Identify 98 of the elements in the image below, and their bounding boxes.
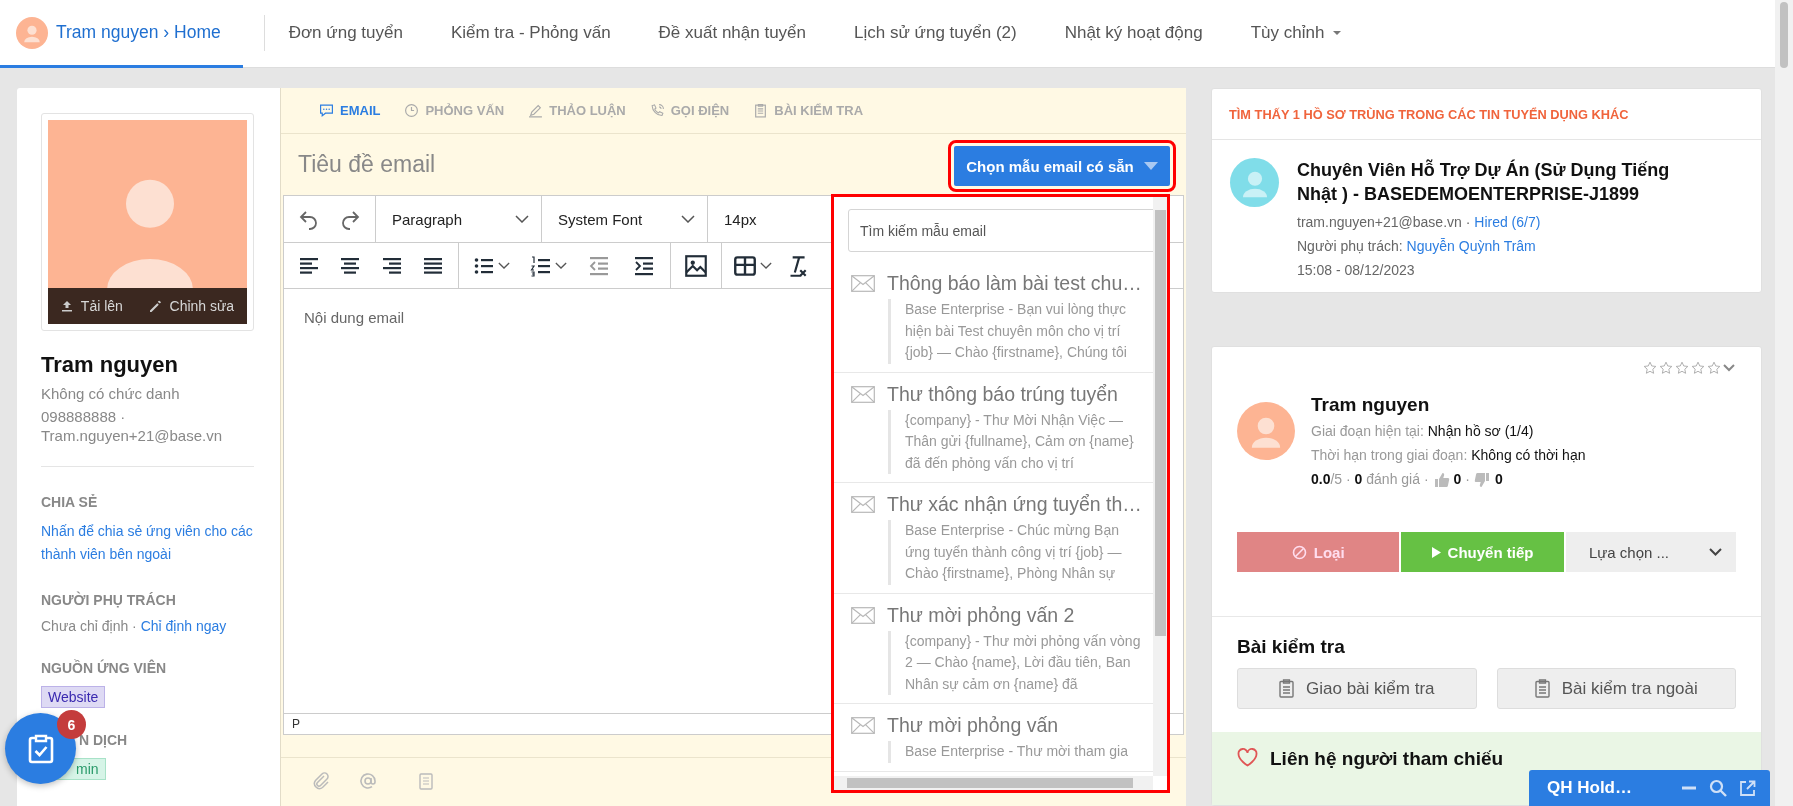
like-count: 0 · — [1453, 470, 1470, 489]
envelope-icon — [851, 717, 875, 734]
thumbs-down-icon — [1473, 470, 1491, 488]
chevron-down-icon — [760, 262, 772, 269]
template-title: Thư thông báo trúng tuyển — [887, 382, 1119, 406]
template-search-field[interactable]: Tìm kiếm mẫu email — [848, 209, 1153, 252]
star-icon — [1707, 361, 1721, 375]
at-sign-icon — [359, 772, 377, 790]
chevron-down-icon — [498, 262, 511, 269]
chevron-down-icon — [515, 215, 529, 223]
open-external-button[interactable] — [1739, 779, 1756, 797]
template-item[interactable]: Thư mời phỏng vấn Base Enterprise - Thư mời tham gia — [834, 704, 1153, 772]
document-icon — [419, 772, 433, 790]
envelope-icon — [851, 275, 875, 292]
candidate-name: Tram nguyen — [41, 352, 179, 378]
job-title-link[interactable]: Chuyên Viên Hỗ Trợ Dự Án (Sử Dụng Tiếng Nhật ) - BASEDEMOENTERPRISE-J1899 — [1297, 158, 1697, 206]
pen-icon — [528, 103, 544, 118]
status-link[interactable]: Hired (6/7) — [1474, 214, 1541, 230]
clipboard-icon — [1279, 679, 1294, 698]
star-rating[interactable] — [1643, 361, 1721, 375]
upload-button[interactable]: Tải lên — [60, 298, 123, 314]
share-link[interactable]: Nhấn để chia sẻ ứng viên cho các thành viên bên ngoài — [41, 520, 254, 566]
clock-icon — [404, 103, 420, 118]
composer-tab[interactable]: EMAIL — [307, 88, 393, 133]
paperclip-icon — [311, 771, 331, 791]
timestamp: 15:08 - 08/12/2023 — [1297, 261, 1416, 280]
chevron-down-icon — [555, 262, 568, 269]
candidate-name: Tram nguyen — [1311, 394, 1431, 416]
subject-field[interactable]: Tiêu đề email — [296, 150, 800, 179]
owner-label: Người phụ trách: — [1297, 238, 1403, 254]
assignee-text: Chưa chỉ định · Chỉ định ngay — [41, 618, 228, 634]
caret-icon — [1143, 162, 1158, 170]
email-body-placeholder[interactable]: Nội dung email — [304, 309, 405, 326]
template-preview: Base Enterprise - Chúc mừng Bạn ứng tuyển thành công vị trí {job} — Chào {firstname}, Phòng Nhân sự — [888, 520, 1143, 585]
chevron-down-icon — [681, 215, 695, 223]
star-icon — [1659, 361, 1673, 375]
test-button[interactable]: Giao bài kiểm tra — [1237, 668, 1477, 709]
duplicate-heading: TÌM THẤY 1 HỒ SƠ TRÙNG TRONG CÁC TIN TUYỂN DỤNG KHÁC — [1212, 89, 1761, 140]
vertical-scrollbar[interactable] — [1153, 197, 1167, 776]
nav-tab[interactable]: Nhật ký hoạt động — [1040, 0, 1227, 68]
assign-link[interactable]: Chỉ định ngay — [140, 618, 227, 634]
chevron-down-icon — [1723, 364, 1735, 372]
pencil-icon — [148, 299, 162, 313]
play-icon — [1431, 546, 1441, 558]
search-icon — [1709, 779, 1727, 797]
nav-tab[interactable]: Kiểm tra - Phỏng vấn — [426, 0, 635, 68]
nav-tab[interactable]: Đơn ứng tuyển — [264, 0, 427, 68]
references-heading: Liên hệ người tham chiếu — [1270, 748, 1504, 770]
search-button[interactable] — [1709, 779, 1727, 797]
envelope-icon — [851, 385, 875, 403]
caret-icon — [1332, 29, 1343, 36]
email-text: tram.nguyen+21@base.vn · — [1297, 214, 1471, 230]
external-link-icon — [1739, 779, 1756, 797]
stage-text: Giai đoạn hiện tại: Nhận hồ sơ (1/4) — [1311, 422, 1535, 441]
source-tag: Website — [41, 686, 106, 708]
heart-icon — [1237, 748, 1258, 767]
chat-icon — [319, 103, 334, 118]
nav-tab[interactable]: Tùy chỉnh — [1226, 0, 1367, 68]
template-title: Thư mời phỏng vấn 2 — [887, 603, 1076, 627]
section-heading: CHIA SẺ — [41, 494, 99, 510]
chevron-down-icon — [1709, 548, 1722, 556]
clipboard-icon — [1534, 679, 1550, 698]
ban-icon — [1291, 544, 1307, 560]
template-title: Thư xác nhận ứng tuyển th… — [887, 493, 1143, 516]
section-heading: NGUỒN ỨNG VIÊN — [41, 660, 168, 676]
clipboard-check-icon — [27, 733, 54, 764]
job-title: Không có chức danh — [41, 384, 181, 403]
star-icon — [1643, 361, 1657, 375]
thumbs-up-icon — [1432, 470, 1450, 488]
star-icon — [1691, 361, 1705, 375]
rating-summary: 0.0/5 · 0 đánh giá · — [1311, 470, 1429, 489]
contact-info: 098888888 · Tram.nguyen+21@base.vn — [41, 407, 224, 445]
scrollbar[interactable] — [1775, 0, 1793, 806]
tests-heading: Bài kiểm tra — [1236, 635, 1346, 659]
test-button[interactable]: Bài kiểm tra ngoài — [1496, 668, 1736, 709]
envelope-icon — [851, 496, 875, 513]
template-title: Thông báo làm bài test chu… — [887, 272, 1143, 295]
dislike-count: 0 — [1494, 470, 1503, 489]
horizontal-scrollbar[interactable] — [834, 776, 1153, 790]
template-preview: Base Enterprise - Bạn vui lòng thực hiện bài Test chuyên môn cho vị trí {job} — Chào {firstname}, Chúng tôi — [888, 299, 1143, 364]
clipboard-icon — [753, 103, 769, 118]
edit-button[interactable]: Chỉnh sửa — [148, 298, 235, 314]
options-dropdown[interactable]: Lựa chọn ... — [1565, 532, 1736, 572]
owner-link[interactable]: Nguyễn Quỳnh Trâm — [1406, 238, 1536, 254]
nav-tab[interactable]: Đề xuất nhận tuyển — [634, 0, 831, 68]
template-title: Thư mời phỏng vấn — [887, 714, 1060, 737]
star-icon — [1675, 361, 1689, 375]
section-heading: NGƯỜI PHỤ TRÁCH — [41, 592, 177, 608]
upload-icon — [60, 300, 73, 312]
phone-icon — [649, 103, 665, 118]
template-preview: {company} - Thư Mời Nhận Việc — Thân gửi {fullname}, Cảm ơn {name} đã đến phỏng vấn cho vị trí — [888, 409, 1143, 474]
template-preview: Base Enterprise - Thư mời tham gia — [888, 741, 1143, 763]
template-preview: {company} - Thư mời phỏng vấn vòng 2 — Chào {name}, Lời đầu tiên, Ban Nhân sự cảm ơn {name} đã — [888, 630, 1143, 695]
envelope-icon — [851, 606, 875, 624]
nav-tab[interactable]: Lịch sử ứng tuyển (2) — [830, 0, 1041, 68]
deadline-text: Thời hạn trong giai đoạn: Không có thời hạn — [1311, 446, 1586, 465]
image-icon — [683, 252, 709, 279]
element-path: P — [292, 717, 300, 731]
